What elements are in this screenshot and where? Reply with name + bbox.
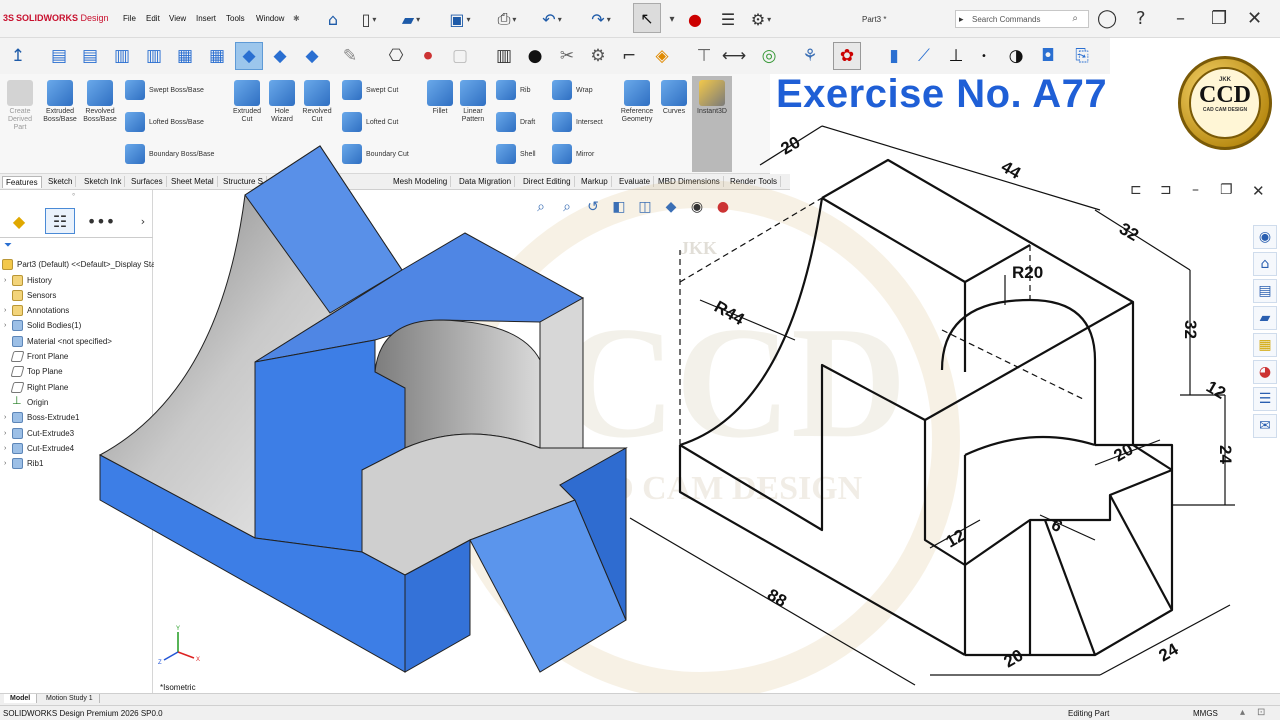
bottom-tabs: Model Motion Study 1 bbox=[0, 693, 1280, 705]
ccd-logo: JKK CCD CAD CAM DESIGN bbox=[1178, 56, 1272, 150]
dim-88: 88 bbox=[764, 585, 790, 611]
status-bar: SOLIDWORKS Design Premium 2026 SP0.0 Edi… bbox=[0, 705, 1280, 720]
status-mode: Editing Part bbox=[1068, 709, 1110, 718]
forum-icon[interactable]: ✉ bbox=[1253, 414, 1277, 438]
dim-44: 44 bbox=[998, 157, 1024, 183]
dim-32-top: 32 bbox=[1116, 219, 1142, 245]
status-bar-icon[interactable]: ⊡ bbox=[1257, 707, 1265, 718]
view-orientation-label: *Isometric bbox=[160, 683, 196, 692]
view-palette-icon[interactable]: ▦ bbox=[1253, 333, 1277, 357]
dim-24-right: 24 bbox=[1216, 445, 1235, 464]
dim-r20: R20 bbox=[1012, 263, 1043, 282]
dim-20-bottom: 20 bbox=[1001, 646, 1027, 672]
task-pane: ◉ ⌂ ▤ ▰ ▦ ◕ ☰ ✉ bbox=[1250, 222, 1280, 452]
design-library-icon[interactable]: ▤ bbox=[1253, 279, 1277, 303]
solidworks-window: 3S SOLIDWORKS Design File Edit View Inser… bbox=[0, 0, 1280, 720]
file-explorer-icon[interactable]: ▰ bbox=[1253, 306, 1277, 330]
appearances-icon[interactable]: ◕ bbox=[1253, 360, 1277, 384]
solidworks-resources-icon[interactable]: ◉ bbox=[1253, 225, 1277, 249]
home-pane-icon[interactable]: ⌂ bbox=[1253, 252, 1277, 276]
dim-32-right: 32 bbox=[1181, 320, 1200, 339]
ccd-logo-inner: JKK CCD CAD CAM DESIGN bbox=[1189, 67, 1261, 139]
dim-20-top: 20 bbox=[778, 133, 804, 159]
custom-properties-icon[interactable]: ☰ bbox=[1253, 387, 1277, 411]
tab-model[interactable]: Model bbox=[4, 694, 38, 703]
exercise-title: Exercise No. A77 bbox=[776, 72, 1108, 116]
logo-ccd: CCD bbox=[1199, 82, 1251, 108]
status-units[interactable]: MMGS bbox=[1193, 709, 1218, 718]
status-product: SOLIDWORKS Design Premium 2026 SP0.0 bbox=[3, 709, 163, 718]
dim-r44: R44 bbox=[711, 297, 748, 329]
status-unit-dropdown-icon[interactable]: ▴ bbox=[1240, 707, 1245, 718]
tab-motion-study-1[interactable]: Motion Study 1 bbox=[40, 694, 100, 703]
